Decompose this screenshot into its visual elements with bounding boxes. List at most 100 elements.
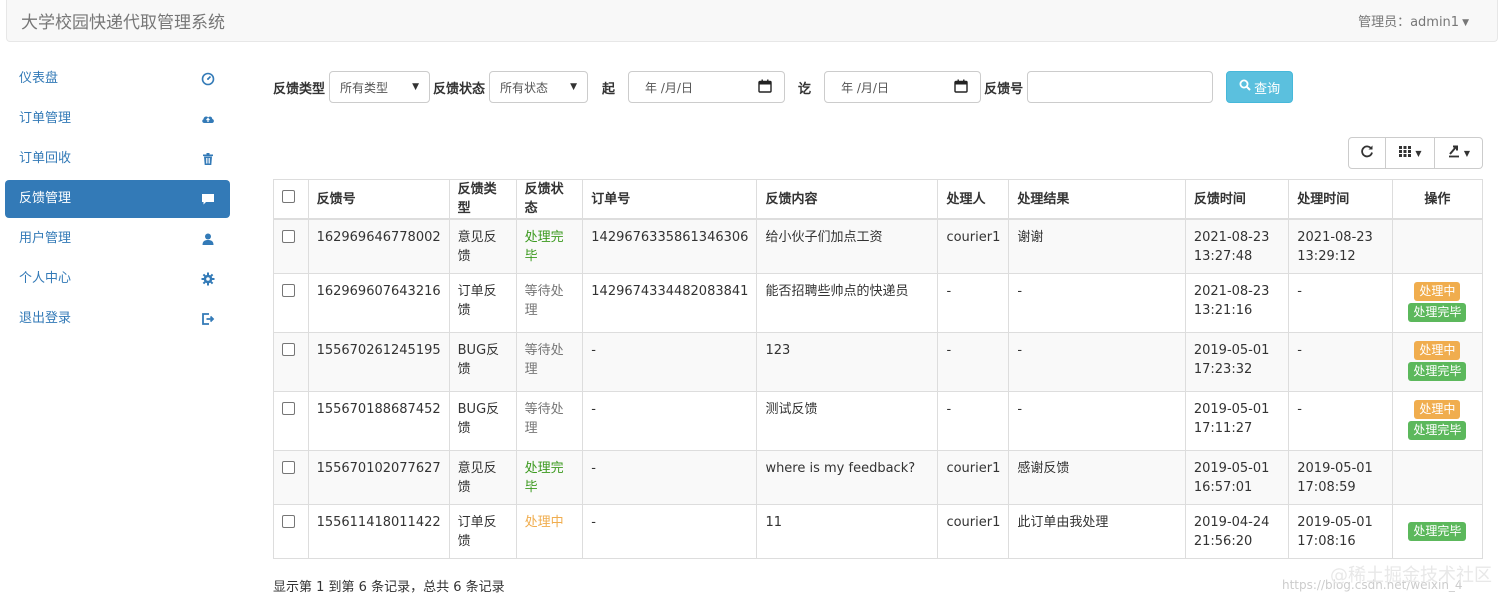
time-text: 17:08:16: [1297, 533, 1356, 549]
row-checkbox[interactable]: [282, 230, 295, 243]
feedback-time-cell: 2019-05-01 17:11:27: [1184, 390, 1290, 451]
date-text: -: [1297, 342, 1302, 358]
feedback-id-input[interactable]: [1027, 71, 1214, 103]
feedback-status-select[interactable]: 所有状态 ▼: [489, 71, 589, 103]
sidebar-item-orders[interactable]: 订单管理: [5, 100, 230, 138]
row-select-cell: [273, 449, 309, 505]
actions-cell: [1391, 449, 1484, 505]
date-from-label: 起: [602, 81, 616, 97]
handler-cell: courier1: [937, 449, 1010, 505]
actions-cell: 处理中 处理完毕: [1391, 331, 1484, 392]
table-toolbar: ▼ ▼: [1348, 137, 1483, 169]
refresh-button[interactable]: [1348, 137, 1386, 169]
feedback-status-cell: 等待处理: [515, 331, 584, 392]
sidebar-item-dashboard[interactable]: 仪表盘: [5, 60, 230, 98]
caret-down-icon: ▼: [1463, 148, 1471, 158]
feedback-type-value: 所有类型: [340, 80, 389, 95]
mark-done-button[interactable]: 处理完毕: [1408, 302, 1467, 322]
watermark-site: @稀土掘金技术社区: [1330, 565, 1492, 586]
select-all-checkbox[interactable]: [282, 189, 295, 203]
order-id-cell: -: [582, 331, 758, 392]
handler-cell: courier1: [937, 218, 1010, 274]
row-checkbox[interactable]: [282, 514, 295, 528]
column-header[interactable]: 处理人: [937, 179, 1010, 220]
date-text: 2019-05-01: [1297, 460, 1373, 476]
column-header[interactable]: 反馈号: [307, 179, 450, 220]
feedback-type-select[interactable]: 所有类型 ▼: [329, 71, 431, 103]
date-text: 2019-05-01: [1297, 514, 1373, 530]
content-cell: 11: [756, 503, 939, 559]
feedback-time-cell: 2021-08-23 13:21:16: [1184, 272, 1290, 333]
column-header[interactable]: 处理结果: [1008, 179, 1186, 220]
column-header[interactable]: 订单号: [582, 179, 758, 220]
sidebar-item-feedback[interactable]: 反馈管理: [5, 180, 230, 218]
table-row: 155611418011422 订单反馈 处理中 - 11 courier1 此…: [273, 503, 1484, 559]
cloud-icon: [200, 111, 216, 127]
column-header[interactable]: 反馈状态: [515, 179, 584, 220]
date-text: -: [1297, 401, 1302, 417]
column-header[interactable]: 反馈类型: [448, 179, 517, 220]
grid-icon: [1398, 144, 1412, 162]
mark-processing-button[interactable]: 处理中: [1414, 281, 1461, 301]
table-row: 162969607643216 订单反馈 等待处理 14296743344820…: [273, 272, 1484, 333]
row-select-cell: [273, 272, 309, 333]
date-text: 2019-04-24: [1193, 514, 1270, 530]
result-cell: -: [1008, 331, 1186, 392]
sidebar-item-logout[interactable]: 退出登录: [5, 300, 230, 338]
logout-icon: [200, 311, 216, 327]
row-checkbox[interactable]: [282, 283, 295, 297]
calendar-icon[interactable]: [954, 79, 968, 96]
columns-toggle-button[interactable]: ▼: [1386, 137, 1435, 169]
time-text: 13:27:48: [1193, 249, 1253, 264]
column-header[interactable]: 反馈时间: [1184, 179, 1290, 220]
search-button-label: 查询: [1254, 81, 1281, 97]
sidebar-item-recycle[interactable]: 订单回收: [5, 140, 230, 178]
column-header[interactable]: 操作: [1391, 179, 1484, 220]
admin-menu[interactable]: 管理员：admin1 ▼: [1358, 11, 1469, 30]
feedback-id-cell: 155670102077627: [307, 449, 450, 505]
row-checkbox[interactable]: [282, 460, 295, 474]
column-header[interactable]: 反馈内容: [756, 179, 939, 220]
feedback-status-label: 反馈状态: [433, 81, 486, 97]
actions-cell: 处理完毕: [1391, 503, 1484, 559]
date-text: -: [1297, 283, 1302, 299]
sidebar-item-profile[interactable]: 个人中心: [5, 260, 230, 298]
result-cell: 感谢反馈: [1008, 449, 1186, 505]
date-text: 2021-08-23: [1193, 283, 1270, 299]
feedback-type-cell: 意见反馈: [448, 218, 517, 274]
sidebar-item-label: 用户管理: [19, 231, 72, 246]
search-button[interactable]: 查询: [1226, 71, 1294, 103]
date-to-input[interactable]: 年 /月/日: [824, 71, 982, 103]
row-checkbox[interactable]: [282, 342, 295, 356]
calendar-icon[interactable]: [758, 79, 772, 96]
sidebar-item-users[interactable]: 用户管理: [5, 220, 230, 258]
sidebar-item-label: 订单管理: [19, 111, 72, 126]
sidebar-item-label: 反馈管理: [19, 191, 72, 206]
date-text: 2019-05-01: [1193, 460, 1270, 476]
feedback-status-cell: 处理完毕: [515, 449, 584, 505]
result-cell: -: [1008, 390, 1186, 451]
user-icon: [200, 231, 216, 247]
feedback-type-cell: 订单反馈: [448, 272, 517, 333]
date-text: 2019-05-01: [1193, 401, 1270, 417]
mark-done-button[interactable]: 处理完毕: [1408, 361, 1467, 381]
mark-processing-button[interactable]: 处理中: [1414, 399, 1461, 419]
time-text: 17:11:27: [1193, 420, 1253, 436]
feedback-id-cell: 155670188687452: [307, 390, 450, 451]
date-text: 2021-08-23: [1297, 230, 1373, 245]
feedback-id-cell: 162969646778002: [307, 218, 450, 274]
row-select-cell: [273, 503, 309, 559]
mark-done-button[interactable]: 处理完毕: [1408, 420, 1467, 440]
date-from-input[interactable]: 年 /月/日: [628, 71, 786, 103]
search-icon: [1239, 79, 1254, 95]
feedback-status-value: 所有状态: [500, 80, 549, 95]
mark-processing-button[interactable]: 处理中: [1414, 340, 1461, 360]
feedback-type-label: 反馈类型: [273, 81, 326, 97]
column-header[interactable]: 处理时间: [1288, 179, 1393, 220]
sidebar-item-label: 退出登录: [19, 311, 72, 326]
export-button[interactable]: ▼: [1435, 137, 1483, 169]
row-checkbox[interactable]: [282, 401, 295, 415]
app-title[interactable]: 大学校园快递代取管理系统: [21, 8, 225, 33]
mark-done-button[interactable]: 处理完毕: [1408, 521, 1467, 541]
handler-cell: -: [937, 390, 1010, 451]
